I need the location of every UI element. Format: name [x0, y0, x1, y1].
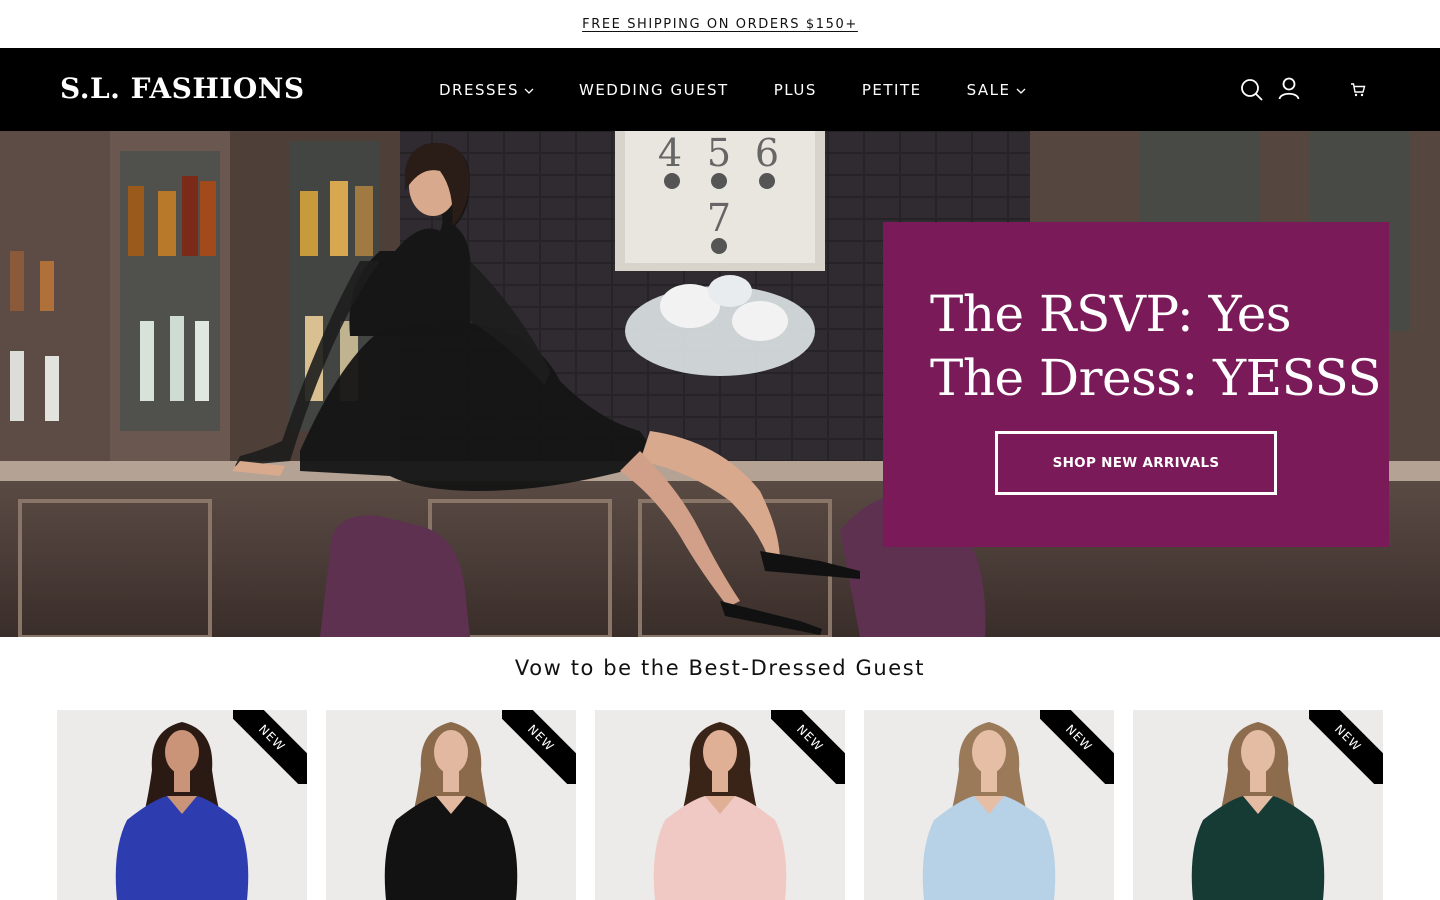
hero-headline-line1: The RSVP: Yes [930, 285, 1292, 343]
product-card[interactable]: NEW [326, 710, 576, 900]
nav-item-label: PLUS [773, 80, 817, 99]
announcement-bar: FREE SHIPPING ON ORDERS $150+ [0, 0, 1440, 48]
nav-item-petite[interactable]: PETITE [862, 81, 922, 99]
new-badge: NEW [771, 710, 845, 784]
hero-banner: 4 5 6 7 The RSVP: Yes The Dress: YESSS S… [0, 131, 1440, 637]
new-badge-band: NEW [1040, 710, 1114, 784]
product-card[interactable]: NEW [595, 710, 845, 900]
promo-panel: The RSVP: Yes The Dress: YESSS SHOP NEW … [883, 222, 1389, 547]
svg-text:4: 4 [658, 131, 682, 175]
product-card[interactable]: NEW [57, 710, 307, 900]
product-card[interactable]: NEW [1133, 710, 1383, 900]
site-header: S.L. FASHIONS DRESSES WEDDING GUEST PLUS… [0, 48, 1440, 131]
product-card[interactable]: NEW [864, 710, 1114, 900]
new-badge-band: NEW [233, 710, 307, 784]
chevron-down-icon [524, 81, 534, 99]
search-icon[interactable] [1240, 78, 1264, 102]
account-icon[interactable] [1278, 77, 1300, 101]
svg-text:7: 7 [707, 196, 731, 240]
new-badge-label: NEW [255, 721, 289, 755]
nav-item-plus[interactable]: PLUS [774, 81, 817, 99]
new-badge-label: NEW [524, 721, 558, 755]
new-badge: NEW [502, 710, 576, 784]
nav-item-sale[interactable]: SALE [967, 81, 1026, 99]
new-badge-band: NEW [1309, 710, 1383, 784]
main-nav: DRESSES WEDDING GUEST PLUS PETITE SALE [439, 48, 1026, 131]
hero-headline-line2: The Dress: YESSS [930, 349, 1382, 407]
nav-item-wedding-guest[interactable]: WEDDING GUEST [579, 81, 729, 99]
nav-item-label: SALE [966, 80, 1011, 99]
nav-item-label: PETITE [861, 80, 922, 99]
section-title: Vow to be the Best-Dressed Guest [514, 656, 926, 680]
new-badge-label: NEW [793, 721, 827, 755]
new-badge-band: NEW [771, 710, 845, 784]
shop-new-arrivals-button[interactable]: SHOP NEW ARRIVALS [995, 431, 1277, 495]
nav-item-label: WEDDING GUEST [579, 80, 729, 99]
new-badge: NEW [1309, 710, 1383, 784]
new-badge: NEW [1040, 710, 1114, 784]
cart-icon[interactable] [1350, 82, 1366, 98]
nav-item-label: DRESSES [439, 80, 519, 99]
hero-headline: The RSVP: Yes The Dress: YESSS [930, 282, 1382, 410]
chevron-down-icon [1016, 81, 1026, 99]
new-badge-band: NEW [502, 710, 576, 784]
site-logo[interactable]: S.L. FASHIONS [60, 72, 305, 105]
free-shipping-link[interactable]: FREE SHIPPING ON ORDERS $150+ [582, 17, 858, 32]
product-grid: NEW NEW NEW NEW NEW [57, 710, 1383, 900]
new-badge-label: NEW [1062, 721, 1096, 755]
svg-text:5: 5 [707, 131, 731, 175]
new-badge: NEW [233, 710, 307, 784]
nav-item-dresses[interactable]: DRESSES [439, 81, 534, 99]
svg-text:6: 6 [755, 131, 779, 175]
new-badge-label: NEW [1331, 721, 1365, 755]
